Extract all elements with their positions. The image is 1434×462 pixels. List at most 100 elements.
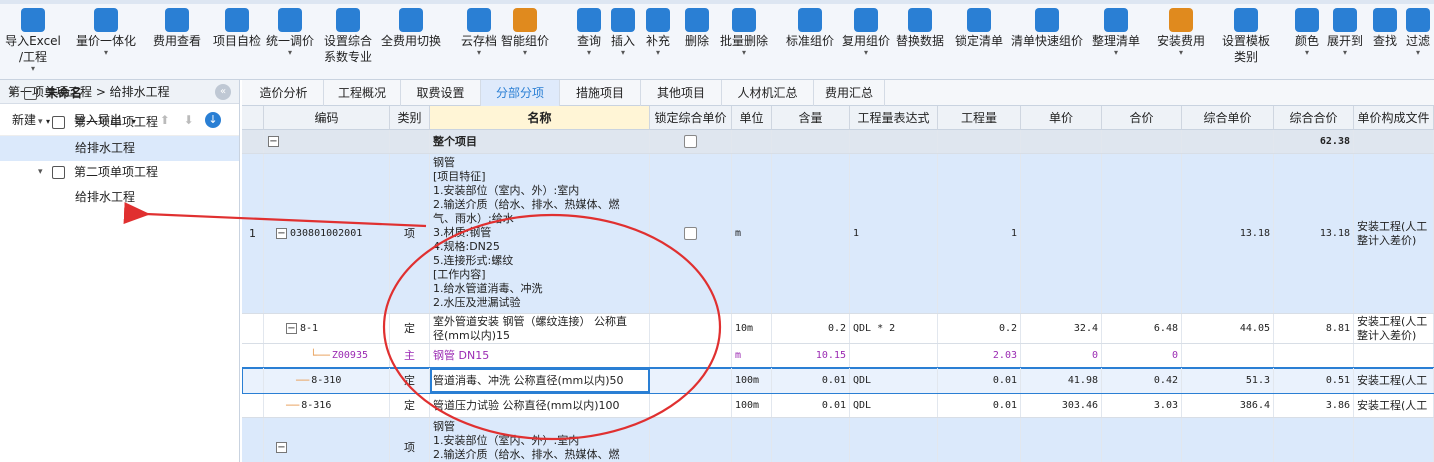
toolbar-button-integration[interactable]: 量价一体化 ▾ — [66, 8, 146, 57]
column-header[interactable]: 单价 — [1021, 106, 1102, 130]
column-header[interactable]: 单位 — [732, 106, 772, 130]
coefficient-icon — [336, 8, 360, 32]
cell-text[interactable]: 整个项目 — [433, 135, 477, 149]
toolbar-button-filter[interactable]: 过滤 ▾ — [1398, 8, 1434, 57]
column-header[interactable]: 含量 — [772, 106, 850, 130]
tab-2[interactable]: 工程概况 — [324, 80, 401, 106]
cell: 0.01 — [938, 368, 1021, 393]
cell — [850, 418, 938, 462]
column-header[interactable] — [242, 106, 264, 130]
expand-toggle-icon[interactable]: − — [286, 323, 297, 334]
lock-checkbox[interactable] — [684, 227, 697, 240]
tree-toggle-icon[interactable]: ▾ — [38, 160, 43, 185]
cell-text[interactable]: 管道压力试验 公称直径(mm以内)100 — [433, 399, 620, 413]
cell: 8.81 — [1274, 314, 1354, 343]
expand-toggle-icon[interactable]: − — [276, 228, 287, 239]
code-text: Z00935 — [331, 349, 368, 361]
cell — [850, 344, 938, 367]
column-header[interactable]: 编码 — [264, 106, 390, 130]
cell — [732, 130, 772, 153]
tree-toggle-icon[interactable]: ▾ — [10, 81, 15, 106]
chevron-down-icon: ▾ — [863, 48, 868, 57]
column-header[interactable]: 综合单价 — [1182, 106, 1274, 130]
toolbar-button-import-excel[interactable]: 导入Excel /工程 ▾ — [0, 8, 73, 73]
tab-1[interactable]: 造价分析 — [244, 80, 324, 106]
cell — [732, 418, 772, 462]
cell: 44.05 — [1182, 314, 1274, 343]
toolbar-button-quick-price[interactable]: 清单快速组价 — [1007, 8, 1087, 49]
find-icon — [1373, 8, 1397, 32]
fee-view-icon — [165, 8, 189, 32]
table-row[interactable]: └── Z00935 主 钢管 DN15 m 10.15 2.03 0 0 — [242, 344, 1434, 368]
tree-node[interactable]: 给排水工程 — [0, 185, 239, 210]
column-header[interactable]: 工程量表达式 — [850, 106, 938, 130]
cell-text[interactable]: 钢管 DN15 — [433, 349, 489, 363]
home-icon — [52, 166, 65, 179]
table-row[interactable]: ── 8-310 定 管道消毒、冲洗 公称直径(mm以内)50 100m 0.01 QDL 0… — [242, 367, 1434, 395]
chevron-down-icon: ▾ — [741, 48, 746, 57]
chevron-down-icon: ▾ — [1415, 48, 1420, 57]
cell: − — [264, 130, 390, 153]
lock-checkbox[interactable] — [684, 135, 697, 148]
code-text: 030801002001 — [290, 227, 363, 239]
toolbar-label: 导入Excel /工程 — [5, 34, 61, 64]
tab-6[interactable]: 其他项目 — [641, 80, 722, 106]
cell-text: 0.01 — [821, 374, 846, 386]
cell-text[interactable]: 室外管道安装 钢管（螺纹连接） 公称直 径(mm以内)15 — [433, 315, 627, 343]
tree-node[interactable]: ▾ 第一项单项工程 — [0, 110, 239, 135]
column-header[interactable]: 单价构成文件 — [1354, 106, 1434, 130]
cell-text: m — [735, 349, 742, 361]
cell-text: 1 — [1010, 227, 1017, 239]
tree-node-label: 给排水工程 — [75, 141, 136, 155]
tab-5[interactable]: 措施项目 — [560, 80, 641, 106]
cell-text[interactable]: 管道消毒、冲洗 公称直径(mm以内)50 — [433, 374, 624, 388]
toolbar-label: 量价一体化 — [75, 34, 136, 48]
cell-text[interactable]: 钢管 1.安装部位（室内、外）:室内 2.输送介质（给水、排水、热媒体、燃 — [433, 420, 620, 462]
cell: 100m — [732, 368, 772, 393]
cell — [1274, 344, 1354, 367]
expand-toggle-icon[interactable]: − — [268, 136, 279, 147]
column-header[interactable]: 名称 — [430, 106, 650, 130]
tab-4[interactable]: 分部分项 — [481, 80, 560, 106]
cell: 管道消毒、冲洗 公称直径(mm以内)50 — [430, 368, 650, 393]
batch-delete-icon — [732, 8, 756, 32]
column-header[interactable]: 锁定综合单价 — [650, 106, 732, 130]
cell: m — [732, 154, 772, 313]
cell: 0.01 — [772, 368, 850, 393]
table-row[interactable]: − 整个项目 62.38 — [242, 130, 1434, 154]
tree-node[interactable]: 给排水工程 — [0, 136, 239, 161]
table-row[interactable]: ── 8-316 定 管道压力试验 公称直径(mm以内)100 100m 0.01 QDL 0… — [242, 394, 1434, 418]
cell-text: 41.98 — [1067, 374, 1098, 386]
quick-price-icon — [1035, 8, 1059, 32]
tree-node[interactable]: ▾ 未命名 — [0, 81, 239, 106]
cell — [390, 130, 430, 153]
cell-text: QDL * 2 — [853, 322, 896, 334]
column-header[interactable]: 工程量 — [938, 106, 1021, 130]
column-header[interactable]: 类别 — [390, 106, 430, 130]
tab-8[interactable]: 费用汇总 — [814, 80, 885, 106]
cell: 0 — [1021, 344, 1102, 367]
cell: 13.18 — [1274, 154, 1354, 313]
integration-icon — [94, 8, 118, 32]
cell — [772, 130, 850, 153]
tree-toggle-icon[interactable]: ▾ — [38, 110, 43, 135]
code-text: 8-310 — [311, 374, 342, 386]
cell: QDL — [850, 394, 938, 417]
cell: 管道压力试验 公称直径(mm以内)100 — [430, 394, 650, 417]
cell-text[interactable]: 钢管 [项目特征] 1.安装部位（室内、外）:室内 2.输送介质（给水、排水、热… — [433, 156, 620, 310]
column-header[interactable]: 合价 — [1102, 106, 1182, 130]
column-header[interactable]: 综合合价 — [1274, 106, 1354, 130]
project-tree-panel: 第一项单项工程 > 给排水工程 « 新建 ▾ 导入导出 ▾ ⬆ ⬇ ↓ ▾ 未命名 ▾ 第… — [0, 80, 240, 462]
tab-3[interactable]: 取费设置 — [401, 80, 481, 106]
tree-node[interactable]: ▾ 第二项单项工程 — [0, 160, 239, 185]
cell: 10.15 — [772, 344, 850, 367]
cell: 2.03 — [938, 344, 1021, 367]
table-row[interactable]: 1 −030801002001 项 钢管 [项目特征] 1.安装部位（室内、外）:室内… — [242, 154, 1434, 314]
ribbon-toolbar: 导入Excel /工程 ▾ 量价一体化 ▾ 费用查看 项目自检 统一调价 ▾ 设置综合 系数专业… — [0, 0, 1434, 80]
cell: 安装工程(人工 整计入差价) — [1354, 154, 1434, 313]
table-row[interactable]: −8-1 定 室外管道安装 钢管（螺纹连接） 公称直 径(mm以内)15 10m 0.2… — [242, 314, 1434, 344]
table-row[interactable]: − 项 钢管 1.安装部位（室内、外）:室内 2.输送介质（给水、排水、热媒体、燃 — [242, 418, 1434, 462]
tab-7[interactable]: 人材机汇总 — [722, 80, 814, 106]
toolbar-label: 过滤 — [1405, 34, 1430, 48]
expand-toggle-icon[interactable]: − — [276, 442, 287, 453]
